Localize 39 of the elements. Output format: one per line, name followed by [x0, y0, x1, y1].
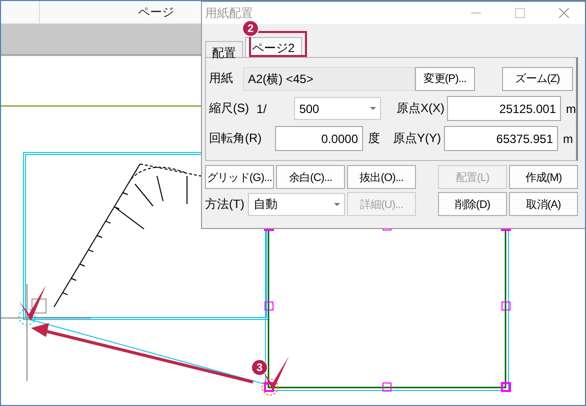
selection-handle[interactable]	[264, 302, 274, 310]
unit-label: m	[566, 102, 576, 116]
method-dropdown[interactable]: 自動	[248, 192, 345, 216]
checkmark-icon	[19, 285, 46, 321]
selection-handle[interactable]	[382, 382, 392, 392]
dialog-button[interactable]: 抜出(O)...	[347, 165, 416, 189]
selection-handle[interactable]	[264, 382, 274, 392]
field-label: 用紙	[209, 70, 233, 87]
field-label: 原点X(X)	[396, 100, 446, 117]
rotation-field[interactable]: 0.0000	[275, 126, 363, 151]
field-label: 縮尺(S)	[209, 100, 250, 117]
step-badge: 3	[251, 359, 268, 376]
dialog-button[interactable]: 作成(M)	[509, 165, 578, 189]
unit-label: m	[563, 132, 573, 146]
dialog-button[interactable]: 余白(C)...	[276, 165, 345, 189]
scale-dropdown[interactable]: 500	[294, 97, 382, 120]
unit-label: 度	[368, 130, 381, 147]
change-button[interactable]: 変更(P)...	[415, 66, 475, 90]
zoom-button[interactable]: ズーム(Z)	[502, 66, 573, 90]
snap-circle	[262, 378, 278, 396]
close-icon[interactable]	[559, 8, 569, 18]
marker-square	[32, 298, 46, 314]
selection-handle[interactable]	[502, 302, 510, 310]
scale-prefix: 1/	[256, 102, 268, 116]
checkmark-icon	[263, 356, 289, 391]
step-badge: 2	[242, 20, 259, 37]
field-label: 原点Y(Y)	[393, 130, 442, 147]
selection-handle[interactable]	[501, 382, 511, 392]
dialog-button[interactable]: グリッド(G)...	[205, 165, 274, 189]
dialog-button[interactable]: 取消(A)	[509, 192, 578, 216]
field-label: 方法(T)	[205, 196, 244, 212]
field-label: 回転角(R)	[209, 130, 263, 147]
origin-x-field[interactable]: 25125.001	[447, 96, 561, 121]
column-header: ページ	[138, 4, 174, 21]
dialog-button[interactable]: 削除(D)	[438, 192, 507, 216]
origin-y-field[interactable]: 65375.951	[444, 126, 558, 151]
tab[interactable]: 配置	[205, 41, 243, 57]
paper-field: A2(横) <45>	[243, 66, 415, 90]
window-title: 用紙配置	[205, 4, 254, 22]
